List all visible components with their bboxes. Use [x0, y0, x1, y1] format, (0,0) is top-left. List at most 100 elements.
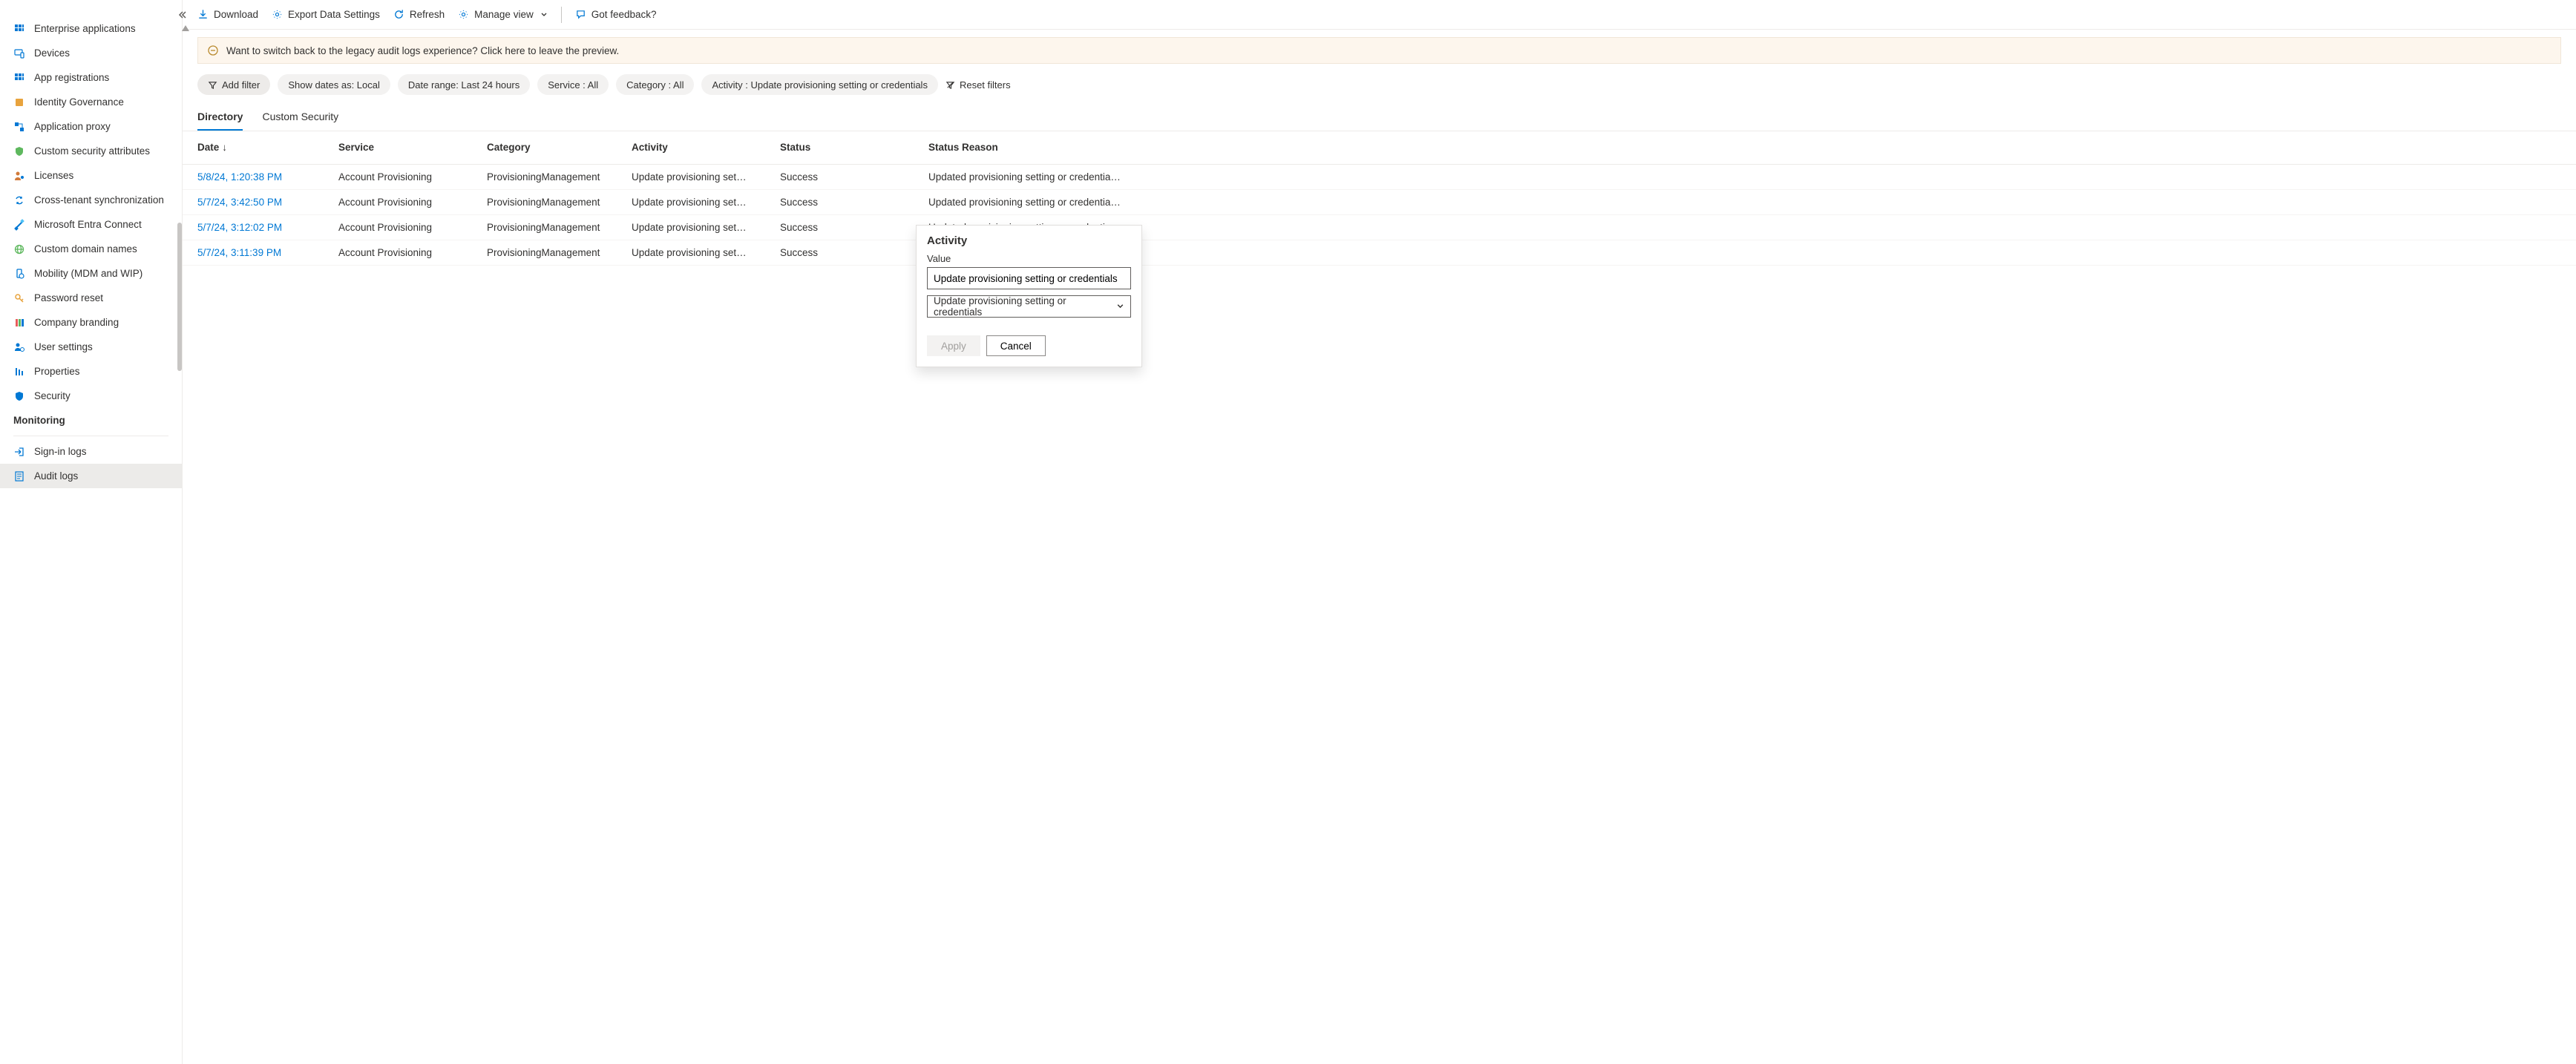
properties-icon	[13, 366, 25, 378]
cell-service: Account Provisioning	[331, 164, 479, 189]
sidebar-item-devices[interactable]: Devices	[0, 41, 182, 65]
filter-pill[interactable]: Show dates as: Local	[278, 74, 390, 95]
reset-filters-button[interactable]: Reset filters	[945, 79, 1011, 91]
filter-pill[interactable]: Category : All	[616, 74, 694, 95]
grid-icon	[13, 72, 25, 84]
export-button[interactable]: Export Data Settings	[272, 3, 380, 27]
signin-icon	[13, 446, 25, 458]
manage-view-button[interactable]: Manage view	[458, 3, 548, 27]
sidebar-item-microsoft-entra-connect[interactable]: Microsoft Entra Connect	[0, 212, 182, 237]
col-date[interactable]: Date↓	[183, 131, 331, 164]
sidebar-item-custom-domain-names[interactable]: Custom domain names	[0, 237, 182, 261]
sidebar-item-company-branding[interactable]: Company branding	[0, 310, 182, 335]
col-status[interactable]: Status	[773, 131, 921, 164]
filter-pill[interactable]: Date range: Last 24 hours	[398, 74, 530, 95]
cell-date[interactable]: 5/7/24, 3:42:50 PM	[183, 189, 331, 214]
nav-label: Custom security attributes	[34, 145, 150, 157]
table-row[interactable]: 5/7/24, 3:42:50 PMAccount ProvisioningPr…	[183, 189, 2576, 214]
refresh-label: Refresh	[410, 9, 445, 20]
cell-date[interactable]: 5/7/24, 3:11:39 PM	[183, 240, 331, 265]
refresh-icon	[393, 9, 404, 20]
info-icon	[207, 45, 219, 56]
activity-value-input[interactable]	[927, 267, 1131, 289]
download-icon	[197, 9, 209, 20]
table-row[interactable]: 5/7/24, 3:11:39 PMAccount ProvisioningPr…	[183, 240, 2576, 265]
devices-icon	[13, 47, 25, 59]
sidebar-item-user-settings[interactable]: User settings	[0, 335, 182, 359]
globe-icon	[13, 243, 25, 255]
grid-icon	[13, 23, 25, 35]
nav-label: Microsoft Entra Connect	[34, 219, 142, 230]
tab-custom-security[interactable]: Custom Security	[262, 104, 338, 131]
cell-date[interactable]: 5/8/24, 1:20:38 PM	[183, 164, 331, 189]
cell-status: Success	[773, 189, 921, 214]
sidebar-item-audit-logs[interactable]: Audit logs	[0, 464, 182, 488]
tab-directory[interactable]: Directory	[197, 104, 243, 131]
col-status-reason[interactable]: Status Reason	[921, 131, 2576, 164]
nav-label: Application proxy	[34, 121, 111, 132]
sidebar-item-properties[interactable]: Properties	[0, 359, 182, 384]
feedback-label: Got feedback?	[591, 9, 657, 20]
sidebar-expand-handle[interactable]	[182, 25, 189, 33]
sidebar-item-cross-tenant-synchronization[interactable]: Cross-tenant synchronization	[0, 188, 182, 212]
sidebar-item-app-registrations[interactable]: App registrations	[0, 65, 182, 90]
legacy-banner[interactable]: Want to switch back to the legacy audit …	[197, 37, 2561, 64]
nav-label: User settings	[34, 341, 93, 352]
tabs: Directory Custom Security	[183, 104, 2576, 131]
cell-service: Account Provisioning	[331, 240, 479, 265]
sidebar-collapse-button[interactable]	[174, 7, 189, 22]
cell-status-reason: Updated provisioning setting or credenti…	[921, 164, 2576, 189]
sidebar-item-sign-in-logs[interactable]: Sign-in logs	[0, 439, 182, 464]
sidebar-item-enterprise-applications[interactable]: Enterprise applications	[0, 16, 182, 41]
chevron-down-icon	[1116, 303, 1124, 311]
popover-title: Activity	[917, 226, 1141, 253]
refresh-button[interactable]: Refresh	[393, 3, 445, 27]
download-label: Download	[214, 9, 258, 20]
sidebar-item-identity-governance[interactable]: Identity Governance	[0, 90, 182, 114]
filter-pill[interactable]: Activity : Update provisioning setting o…	[701, 74, 937, 95]
sidebar-item-mobility-mdm-and-wip-[interactable]: Mobility (MDM and WIP)	[0, 261, 182, 286]
manage-view-label: Manage view	[474, 9, 534, 20]
add-filter-button[interactable]: Add filter	[197, 74, 270, 95]
col-category[interactable]: Category	[479, 131, 624, 164]
badge-icon	[13, 96, 25, 108]
cell-activity: Update provisioning set…	[624, 189, 773, 214]
cell-status-reason: Updated provisioning setting or credenti…	[921, 189, 2576, 214]
sidebar-item-licenses[interactable]: Licenses	[0, 163, 182, 188]
nav-label: Identity Governance	[34, 96, 124, 108]
person-key-icon	[13, 170, 25, 182]
apply-button[interactable]: Apply	[927, 335, 980, 356]
sidebar-item-password-reset[interactable]: Password reset	[0, 286, 182, 310]
reset-filters-label: Reset filters	[960, 79, 1011, 91]
table-row[interactable]: 5/7/24, 3:12:02 PMAccount ProvisioningPr…	[183, 214, 2576, 240]
col-activity[interactable]: Activity	[624, 131, 773, 164]
sidebar-scrollbar[interactable]	[177, 223, 182, 371]
cancel-button[interactable]: Cancel	[986, 335, 1046, 356]
cell-category: ProvisioningManagement	[479, 240, 624, 265]
key-icon	[13, 292, 25, 304]
nav-label: Cross-tenant synchronization	[34, 194, 164, 206]
cell-date[interactable]: 5/7/24, 3:12:02 PM	[183, 214, 331, 240]
select-value: Update provisioning setting or credentia…	[934, 295, 1111, 318]
cell-service: Account Provisioning	[331, 189, 479, 214]
nav-label: Audit logs	[34, 470, 78, 482]
cell-status-reason: Updated provisioning setting or credenti…	[921, 214, 2576, 240]
filter-pill[interactable]: Service : All	[537, 74, 609, 95]
sidebar-section-monitoring: Monitoring	[0, 408, 182, 433]
sidebar-item-application-proxy[interactable]: Application proxy	[0, 114, 182, 139]
popover-value-label: Value	[927, 253, 1131, 264]
filter-icon	[208, 80, 217, 90]
sidebar-item-security[interactable]: Security	[0, 384, 182, 408]
nav-label: Devices	[34, 47, 70, 59]
col-service[interactable]: Service	[331, 131, 479, 164]
table-row[interactable]: 5/8/24, 1:20:38 PMAccount ProvisioningPr…	[183, 164, 2576, 189]
sidebar-item-custom-security-attributes[interactable]: Custom security attributes	[0, 139, 182, 163]
feedback-button[interactable]: Got feedback?	[575, 3, 657, 27]
activity-value-select[interactable]: Update provisioning setting or credentia…	[927, 295, 1131, 318]
download-button[interactable]: Download	[197, 3, 258, 27]
chevron-down-icon	[540, 11, 548, 19]
mobility-icon	[13, 268, 25, 280]
table-container: Date↓ Service Category Activity Status S…	[183, 131, 2576, 1064]
nav-label: Mobility (MDM and WIP)	[34, 268, 142, 279]
cell-status-reason: Updated provisioning setting or credenti…	[921, 240, 2576, 265]
